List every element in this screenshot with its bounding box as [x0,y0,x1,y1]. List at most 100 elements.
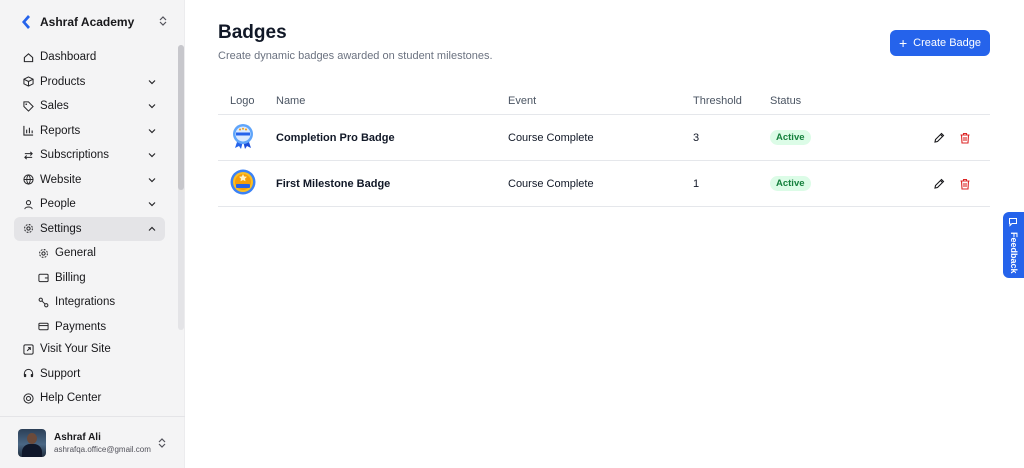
sidebar-item-people[interactable]: People [14,192,165,217]
main-content: Badges Create dynamic badges awarded on … [185,0,1024,468]
badge-name: First Milestone Badge [276,177,391,190]
sidebar-subitem-payments[interactable]: Payments [14,315,165,336]
delete-button[interactable] [958,131,972,145]
column-header-event: Event [508,94,537,107]
lifebuoy-icon [22,392,34,404]
sidebar-item-subscriptions[interactable]: Subscriptions [14,143,165,168]
home-icon [22,51,34,63]
badge-event: Course Complete [508,177,594,190]
user-info: Ashraf Ali ashrafqa.office@gmail.com [54,432,155,454]
chevron-down-icon [148,104,156,109]
table-row[interactable]: Completion Pro Badge Course Complete 3 A… [218,115,990,161]
column-header-threshold: Threshold [693,94,742,107]
sidebar-subitem-label: Payments [55,320,107,333]
bar-chart-icon [22,125,34,137]
headset-icon [22,368,34,380]
page-title: Badges [218,22,287,43]
tag-icon [22,100,34,112]
globe-icon [22,174,34,186]
badge-logo-cell [218,169,276,198]
sidebar-subitem-label: Billing [55,271,86,284]
edit-button[interactable] [932,177,946,191]
sidebar-item-sales[interactable]: Sales [14,94,165,119]
card-icon [37,321,49,333]
trash-icon [960,178,970,190]
pencil-icon [934,178,945,189]
user-menu[interactable]: Ashraf Ali ashrafqa.office@gmail.com [0,416,185,468]
sidebar: Ashraf Academy Dashboard Products Sales … [0,0,185,468]
external-link-icon [22,343,34,355]
sidebar-item-visit-site[interactable]: Visit Your Site [14,337,165,362]
sidebar-item-label: Subscriptions [40,149,110,162]
chevron-down-icon [148,177,156,183]
badge-event: Course Complete [508,131,594,144]
box-icon [22,76,34,88]
edit-button[interactable] [932,131,946,145]
user-icon [22,198,34,210]
sidebar-subitem-general[interactable]: General [14,241,165,266]
pencil-icon [934,132,945,143]
wallet-icon [37,272,49,284]
sidebar-subitem-label: Integrations [55,296,116,309]
chevron-down-icon [148,79,156,85]
sidebar-scrollbar[interactable] [178,45,184,330]
status-cell: Active [770,176,920,191]
chat-bubble-icon [1009,218,1017,227]
gear-icon [22,223,34,235]
trash-icon [960,132,970,144]
workspace-name: Ashraf Academy [40,15,135,29]
status-badge: Active [770,130,811,145]
row-actions [920,177,990,191]
row-actions [920,131,990,145]
chevron-up-down-icon [155,437,169,448]
sidebar-item-website[interactable]: Website [14,168,165,193]
sidebar-item-reports[interactable]: Reports [14,119,165,144]
badge-name: Completion Pro Badge [276,131,395,144]
badge-logo-cell [218,123,276,152]
column-header-status: Status [770,94,802,107]
main-nav: Dashboard Products Sales Reports Subscri… [14,45,165,335]
sidebar-item-label: Reports [40,124,81,137]
sidebar-item-products[interactable]: Products [14,70,165,95]
table-header: Logo Name Event Threshold Status [218,87,990,115]
sidebar-subitem-label: General [55,247,96,260]
sidebar-item-label: Visit Your Site [40,343,111,356]
repeat-icon [22,149,34,161]
sidebar-subitem-billing[interactable]: Billing [14,266,165,291]
table-row[interactable]: First Milestone Badge Course Complete 1 … [218,161,990,207]
sidebar-item-label: Help Center [40,392,102,405]
sidebar-item-label: People [40,198,76,211]
sidebar-item-label: Website [40,173,82,186]
avatar [18,428,46,457]
sidebar-item-support[interactable]: Support [14,362,165,387]
feedback-tab[interactable]: Feedback [1003,212,1024,278]
create-badge-label: Create Badge [913,37,982,49]
chevron-up-down-icon [156,16,170,28]
workspace-switcher[interactable]: Ashraf Academy [14,8,170,36]
status-cell: Active [770,130,920,145]
sidebar-item-label: Products [40,75,86,88]
sidebar-item-label: Dashboard [40,51,97,64]
badge-threshold: 3 [693,131,700,144]
ribbon-badge-icon [233,124,253,149]
sidebar-scroll-thumb[interactable] [178,45,184,190]
brand-logo-icon [22,15,30,29]
status-badge: Active [770,176,811,191]
sidebar-item-label: Sales [40,100,69,113]
bottom-nav: Visit Your Site Support Help Center [14,337,165,411]
feedback-label: Feedback [1009,232,1019,274]
sidebar-item-help-center[interactable]: Help Center [14,386,165,411]
page-subtitle: Create dynamic badges awarded on student… [218,50,493,62]
sidebar-item-label: Support [40,367,81,380]
delete-button[interactable] [958,177,972,191]
chevron-up-icon [148,226,156,231]
create-badge-button[interactable]: + Create Badge [890,30,990,56]
sidebar-item-settings[interactable]: Settings [14,216,165,241]
sidebar-subitem-integrations[interactable]: Integrations [14,290,165,315]
gear-icon [37,247,49,259]
sidebar-item-dashboard[interactable]: Dashboard [14,45,165,70]
medal-badge-icon [230,169,256,195]
chevron-down-icon [148,153,156,158]
column-header-name: Name [276,94,306,107]
user-email: ashrafqa.office@gmail.com [54,444,151,454]
